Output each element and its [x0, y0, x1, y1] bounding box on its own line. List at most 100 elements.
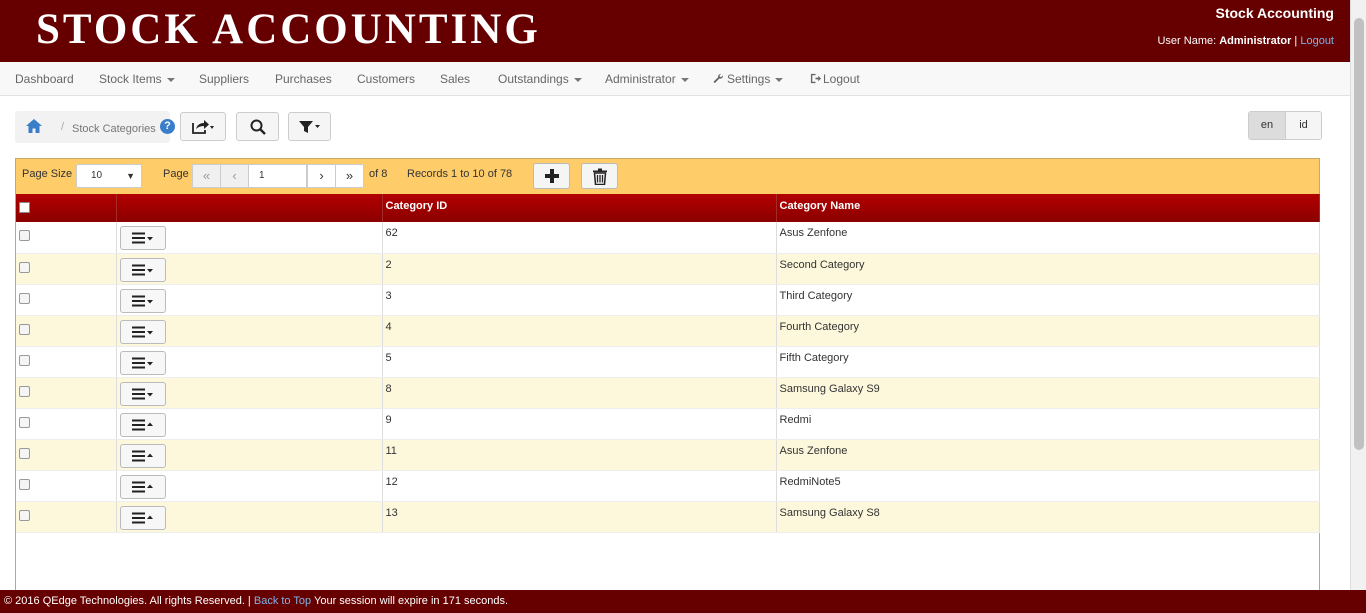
page-size-label: Page Size — [22, 168, 73, 180]
nav-administrator[interactable]: Administrator — [605, 62, 689, 96]
category-name-header[interactable]: Category Name — [776, 194, 1320, 222]
nav-outstandings[interactable]: Outstandings — [498, 62, 582, 96]
table-row[interactable]: 13 Samsung Galaxy S8 — [16, 501, 1320, 533]
menu-caret-up-icon — [131, 419, 153, 430]
row-checkbox[interactable] — [19, 230, 30, 241]
footer: © 2016 QEdge Technologies. All rights Re… — [0, 590, 1366, 613]
nav-suppliers[interactable]: Suppliers — [199, 62, 249, 96]
row-checkbox[interactable] — [19, 354, 30, 366]
row-menu-button[interactable] — [119, 412, 166, 437]
first-page-button[interactable]: « — [192, 164, 221, 188]
table-row[interactable]: 5 Fifth Category — [16, 346, 1320, 378]
page-number-input[interactable]: 1 — [248, 164, 307, 188]
row-checkbox[interactable] — [19, 292, 30, 304]
table-row[interactable]: 12 RedmiNote5 — [16, 470, 1320, 502]
delete-button[interactable] — [581, 163, 618, 189]
sign-out-icon — [810, 73, 821, 84]
breadcrumb: / Stock Categories ? — [15, 111, 175, 143]
row-checkbox[interactable] — [19, 323, 30, 335]
last-page-button[interactable]: » — [335, 164, 364, 188]
row-actions-cell — [116, 408, 383, 440]
category-id-cell: 8 — [382, 377, 777, 409]
row-select-cell — [16, 315, 117, 347]
next-page-button[interactable]: › — [307, 164, 336, 188]
category-id-cell: 5 — [382, 346, 777, 378]
category-name-cell: Redmi — [776, 408, 1320, 440]
row-select-cell — [16, 377, 117, 409]
row-actions-cell — [116, 501, 383, 533]
menu-caret-down-icon — [131, 388, 153, 399]
language-toggle: en id — [1248, 111, 1322, 140]
table-row[interactable]: 62 Asus Zenfone — [16, 222, 1320, 254]
trash-icon — [592, 168, 607, 185]
search-button[interactable] — [236, 112, 279, 141]
row-menu-button[interactable] — [119, 319, 166, 344]
row-menu-button[interactable] — [119, 257, 166, 282]
category-table: Category ID Category Name 62 Asus Zenfone… — [16, 194, 1320, 533]
row-menu-button[interactable] — [119, 226, 166, 250]
scrollbar-thumb[interactable] — [1354, 18, 1364, 450]
select-all-checkbox[interactable] — [19, 202, 30, 213]
row-menu-button[interactable] — [119, 350, 166, 375]
category-name-cell: RedmiNote5 — [776, 470, 1320, 502]
category-name-cell: Fifth Category — [776, 346, 1320, 378]
table-row[interactable]: 9 Redmi — [16, 408, 1320, 440]
nav-dashboard[interactable]: Dashboard — [15, 62, 74, 96]
add-button[interactable] — [533, 163, 570, 189]
row-menu-button[interactable] — [119, 474, 166, 499]
category-name-cell: Second Category — [776, 253, 1320, 285]
row-actions-cell — [116, 470, 383, 502]
table-header-row: Category ID Category Name — [16, 194, 1320, 222]
home-icon[interactable] — [25, 118, 43, 134]
category-name-cell: Samsung Galaxy S9 — [776, 377, 1320, 409]
search-icon — [250, 119, 266, 135]
question-circle-icon[interactable]: ? — [160, 119, 175, 134]
chevron-down-icon — [573, 77, 582, 82]
nav-sales[interactable]: Sales — [440, 62, 470, 96]
row-checkbox[interactable] — [19, 447, 30, 459]
row-menu-button[interactable] — [119, 288, 166, 313]
row-menu-button[interactable] — [119, 443, 166, 468]
vertical-scrollbar[interactable] — [1350, 0, 1366, 590]
nav-stock-items[interactable]: Stock Items — [99, 62, 175, 96]
row-select-cell — [16, 346, 117, 378]
table-row[interactable]: 8 Samsung Galaxy S9 — [16, 377, 1320, 409]
category-id-header[interactable]: Category ID — [382, 194, 777, 222]
table-row[interactable]: 3 Third Category — [16, 284, 1320, 316]
table-row[interactable]: 11 Asus Zenfone — [16, 439, 1320, 471]
row-checkbox[interactable] — [19, 385, 30, 397]
row-actions-cell — [116, 346, 383, 378]
menu-caret-down-icon — [131, 326, 153, 337]
table-row[interactable]: 2 Second Category — [16, 253, 1320, 285]
row-menu-button[interactable] — [119, 381, 166, 406]
header-logout-link[interactable]: Logout — [1300, 35, 1334, 47]
menu-caret-down-icon — [131, 232, 153, 244]
row-actions-cell — [116, 377, 383, 409]
category-id-cell: 9 — [382, 408, 777, 440]
row-menu-button[interactable] — [119, 505, 166, 530]
chevron-down-icon — [775, 77, 784, 82]
nav-customers[interactable]: Customers — [357, 62, 415, 96]
nav-settings[interactable]: Settings — [713, 62, 784, 96]
menu-caret-up-icon — [131, 481, 153, 492]
menu-caret-down-icon — [131, 357, 153, 368]
export-button[interactable] — [180, 112, 226, 141]
prev-page-button[interactable]: ‹ — [220, 164, 249, 188]
category-id-cell: 13 — [382, 501, 777, 533]
lang-en-button[interactable]: en — [1249, 112, 1285, 139]
row-checkbox[interactable] — [19, 261, 30, 273]
nav-purchases[interactable]: Purchases — [275, 62, 332, 96]
category-id-cell: 62 — [382, 222, 777, 254]
row-checkbox[interactable] — [19, 478, 30, 490]
row-actions-cell — [116, 222, 383, 254]
row-checkbox[interactable] — [19, 509, 30, 521]
table-row[interactable]: 4 Fourth Category — [16, 315, 1320, 347]
breadcrumb-separator: / — [61, 121, 65, 133]
nav-logout[interactable]: Logout — [810, 62, 860, 96]
filter-button[interactable] — [288, 112, 331, 141]
row-checkbox[interactable] — [19, 416, 30, 428]
user-name: Administrator — [1219, 35, 1292, 47]
lang-id-button[interactable]: id — [1285, 112, 1321, 139]
page-size-select[interactable]: 10 ▼ — [76, 164, 142, 188]
back-to-top-link[interactable]: Back to Top — [254, 595, 311, 607]
